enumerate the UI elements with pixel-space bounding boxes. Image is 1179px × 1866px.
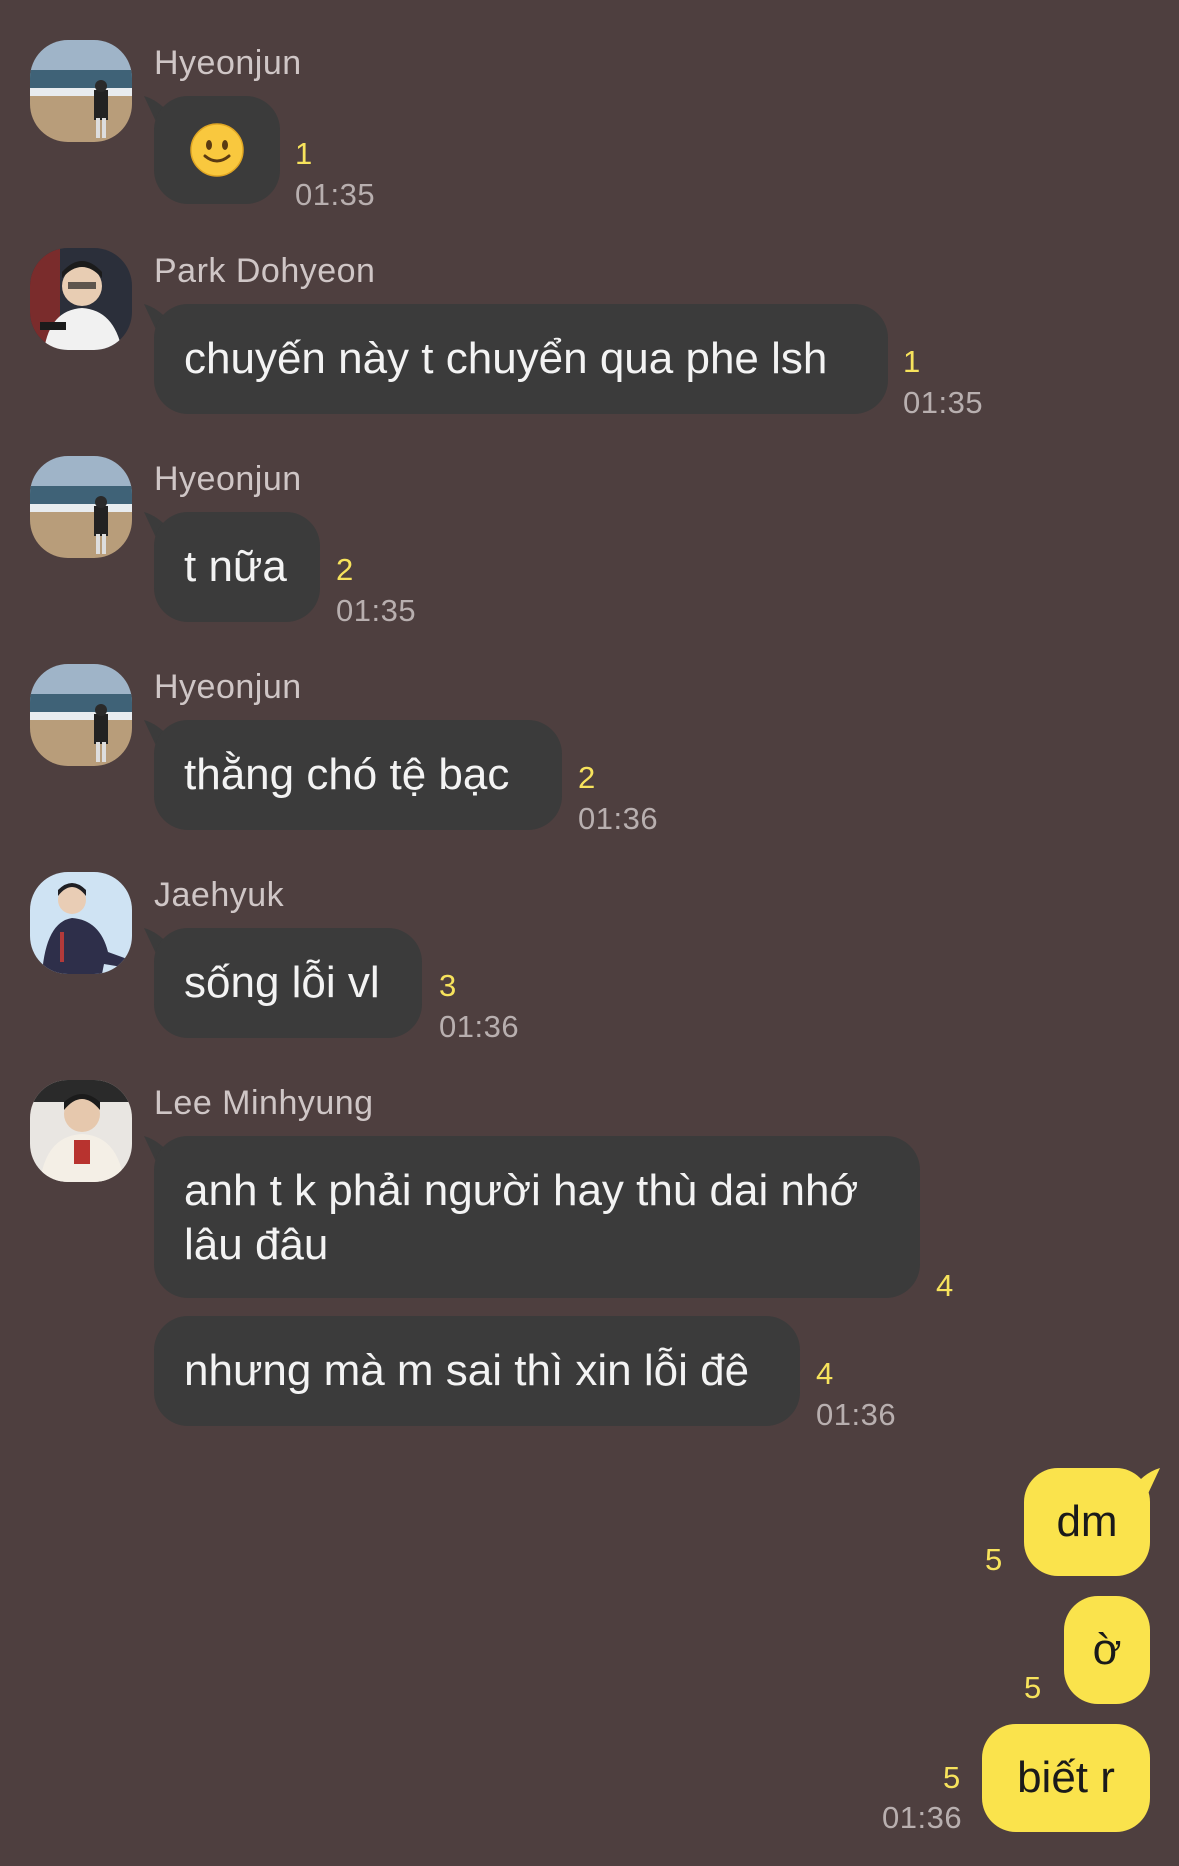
avatar-jaehyuk[interactable] <box>30 872 132 974</box>
unread-count: 5 <box>943 1760 961 1795</box>
message-text: sống lỗi vl <box>184 958 380 1007</box>
message-text: thằng chó tệ bạc <box>184 750 510 799</box>
unread-count: 2 <box>578 760 596 795</box>
avatar-hyeonjun[interactable] <box>30 456 132 558</box>
message-text: ờ <box>1092 1625 1122 1674</box>
timestamp: 01:35 <box>903 385 984 420</box>
message-text: nhưng mà m sai thì xin lỗi đê <box>184 1346 750 1395</box>
avatar-hyeonjun[interactable] <box>30 664 132 766</box>
message-text: anh t k phải người hay thù dai nhớ lâu đ… <box>184 1166 859 1269</box>
sender-name: Park Dohyeon <box>154 252 376 290</box>
timestamp: 01:35 <box>295 177 376 212</box>
message-bubble[interactable]: chuyến này t chuyển qua phe lsh <box>154 304 888 414</box>
my-message-bubble[interactable]: ờ <box>1064 1596 1150 1704</box>
message-text: dm <box>1056 1497 1118 1546</box>
unread-count: 1 <box>295 136 313 171</box>
timestamp: 01:36 <box>816 1397 897 1432</box>
timestamp: 01:36 <box>578 801 659 836</box>
slightly-smiling-face-icon <box>190 123 244 177</box>
sender-name: Hyeonjun <box>154 460 302 498</box>
message-text: biết r <box>1017 1753 1115 1802</box>
message-bubble[interactable]: sống lỗi vl <box>154 928 422 1038</box>
avatar-lee-minhyung[interactable] <box>30 1080 132 1182</box>
message-bubble[interactable] <box>154 96 280 204</box>
message-text: t nữa <box>184 542 287 591</box>
sender-name: Lee Minhyung <box>154 1084 374 1122</box>
sender-name: Hyeonjun <box>154 44 302 82</box>
timestamp: 01:36 <box>882 1800 963 1835</box>
message-bubble[interactable]: anh t k phải người hay thù dai nhớ lâu đ… <box>154 1136 920 1298</box>
my-message-bubble[interactable]: biết r <box>982 1724 1150 1832</box>
unread-count: 4 <box>816 1356 834 1391</box>
avatar-hyeonjun[interactable] <box>30 40 132 142</box>
timestamp: 01:35 <box>336 593 417 628</box>
unread-count: 5 <box>1024 1670 1042 1705</box>
unread-count: 1 <box>903 344 921 379</box>
avatar-park-dohyeon[interactable] <box>30 248 132 350</box>
sender-name: Hyeonjun <box>154 668 302 706</box>
sender-name: Jaehyuk <box>154 876 285 914</box>
unread-count: 3 <box>439 968 457 1003</box>
message-bubble[interactable]: t nữa <box>154 512 320 622</box>
message-bubble[interactable]: thằng chó tệ bạc <box>154 720 562 830</box>
my-message-bubble[interactable]: dm <box>1024 1468 1150 1576</box>
unread-count: 5 <box>985 1542 1003 1577</box>
unread-count: 4 <box>936 1268 954 1303</box>
message-bubble[interactable]: nhưng mà m sai thì xin lỗi đê <box>154 1316 800 1426</box>
unread-count: 2 <box>336 552 354 587</box>
message-text: chuyến này t chuyển qua phe lsh <box>184 334 828 383</box>
timestamp: 01:36 <box>439 1009 520 1044</box>
